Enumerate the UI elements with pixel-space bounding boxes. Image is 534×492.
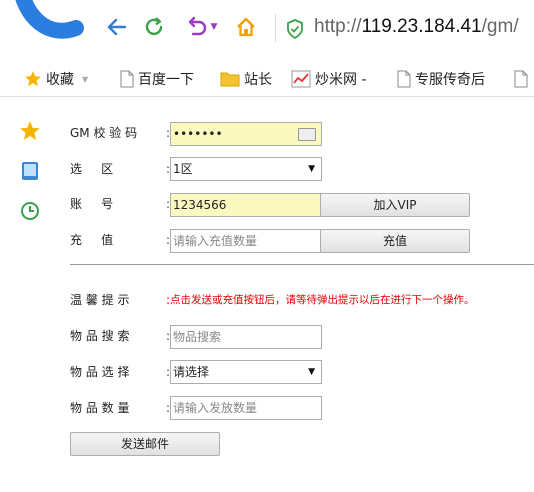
- sidebar-device-button[interactable]: [19, 160, 41, 182]
- bookmark-label: 专服传奇后: [415, 72, 485, 88]
- browser-logo-icon: [15, 0, 84, 39]
- sidebar-favorites-button[interactable]: [19, 120, 41, 142]
- bookmark-favorites[interactable]: 收藏 ▼: [24, 68, 88, 90]
- browser-toolbar: ▼ http://119.23.184.41/gm/: [0, 0, 534, 58]
- page-icon: [120, 70, 134, 88]
- item-search-input[interactable]: 物品搜索: [170, 325, 322, 349]
- item-search-label: 物 品 搜 索: [70, 329, 130, 343]
- section-divider: [70, 264, 534, 265]
- tip-text: 点击发送或充值按钮后，请等待弹出提示以后在进行下一个操作。: [170, 294, 475, 306]
- recharge-placeholder: 请输入充值数量: [173, 234, 258, 248]
- address-bar[interactable]: http://119.23.184.41/gm/: [284, 14, 534, 44]
- chart-icon: [291, 70, 311, 88]
- bookmark-label: 百度一下: [138, 72, 194, 88]
- clock-icon: [21, 202, 39, 220]
- bookmark-more[interactable]: [514, 68, 532, 90]
- chevron-down-icon: ▼: [308, 164, 315, 174]
- page-icon: [514, 70, 528, 88]
- bookmark-label: 收藏: [46, 72, 74, 88]
- bookmark-chaomi[interactable]: 炒米网 -: [291, 68, 367, 90]
- bookmark-label: 炒米网 -: [315, 72, 367, 88]
- page-icon: [397, 70, 411, 88]
- recharge-button[interactable]: 充值: [320, 229, 470, 253]
- item-select-label: 物 品 选 择: [70, 365, 130, 379]
- tablet-icon: [22, 162, 38, 180]
- bookmark-label: 站长: [244, 72, 272, 88]
- account-input[interactable]: 1234566: [170, 193, 322, 217]
- back-button[interactable]: [104, 14, 130, 40]
- star-icon: [20, 121, 40, 140]
- gm-code-input[interactable]: •••••••: [170, 122, 322, 146]
- item-select[interactable]: 请选择 ▼: [170, 360, 322, 384]
- folder-icon: [220, 72, 240, 87]
- shield-icon: [287, 19, 303, 39]
- gm-code-label: GM 校 验 码: [70, 126, 138, 140]
- chevron-down-icon: ▼: [82, 74, 89, 84]
- tip-label: 温 馨 提 示: [70, 293, 130, 307]
- region-label: 选 区: [70, 162, 114, 176]
- gm-code-value: •••••••: [173, 127, 223, 141]
- item-qty-placeholder: 请输入发放数量: [173, 401, 258, 415]
- refresh-button[interactable]: [141, 14, 167, 40]
- home-button[interactable]: [233, 14, 259, 40]
- account-label: 账 号: [70, 197, 114, 211]
- refresh-icon: [145, 17, 163, 36]
- keyboard-icon: [298, 128, 316, 141]
- bookmark-baidu[interactable]: 百度一下: [120, 68, 194, 90]
- account-value: 1234566: [173, 198, 227, 212]
- address-url: http://119.23.184.41/gm/: [314, 16, 519, 37]
- back-arrow-icon: [107, 18, 127, 36]
- recharge-input[interactable]: 请输入充值数量: [170, 229, 322, 253]
- bookmarks-bar: 收藏 ▼ 百度一下 站长 炒米网 - 专服传奇后: [0, 62, 534, 97]
- send-mail-button[interactable]: 发送邮件: [70, 432, 220, 456]
- star-icon: [25, 71, 41, 87]
- recharge-label: 充 值: [70, 233, 114, 247]
- chevron-down-icon: ▼: [210, 22, 218, 32]
- region-value: 1区: [173, 162, 193, 176]
- region-select[interactable]: 1区 ▼: [170, 157, 322, 181]
- undo-history-button[interactable]: ▼: [180, 14, 222, 40]
- toolbar-divider: [275, 14, 276, 42]
- chevron-down-icon: ▼: [308, 367, 315, 377]
- item-search-placeholder: 物品搜索: [173, 330, 222, 344]
- item-qty-label: 物 品 数 量: [70, 401, 130, 415]
- item-select-value: 请选择: [173, 365, 210, 379]
- sidebar-history-button[interactable]: [19, 200, 41, 222]
- item-qty-input[interactable]: 请输入发放数量: [170, 396, 322, 420]
- bookmark-zhanzhang[interactable]: 站长: [220, 68, 272, 90]
- home-icon: [237, 17, 255, 37]
- add-vip-button[interactable]: 加入VIP: [320, 193, 470, 217]
- undo-icon: [188, 16, 206, 36]
- bookmark-zhuanfu[interactable]: 专服传奇后: [397, 68, 485, 90]
